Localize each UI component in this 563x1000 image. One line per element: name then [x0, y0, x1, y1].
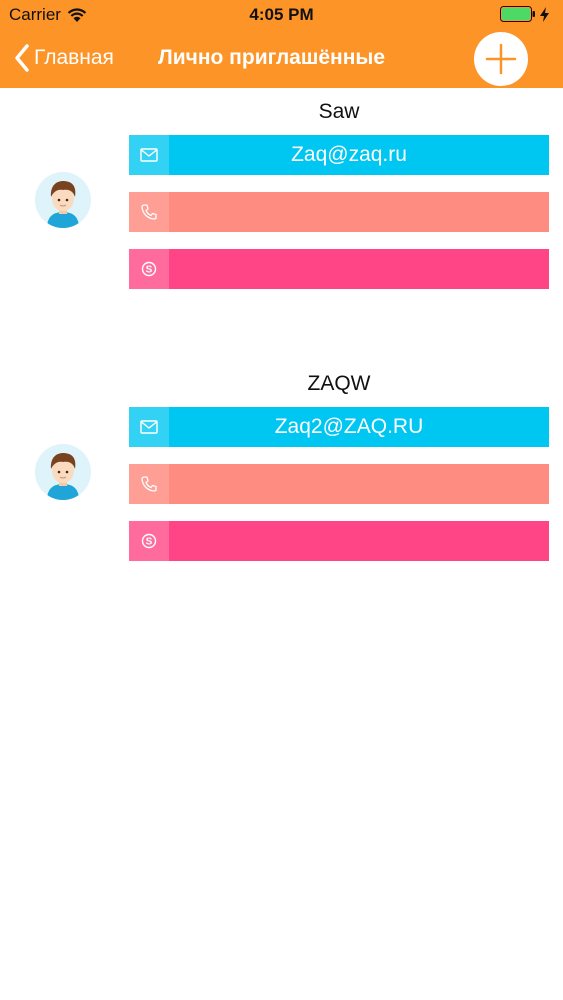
phone-value [169, 192, 549, 232]
svg-text:S: S [146, 265, 153, 276]
back-button[interactable]: Главная [14, 40, 114, 76]
phone-row[interactable] [129, 464, 549, 504]
avatar [35, 444, 91, 500]
skype-icon: S [129, 249, 169, 289]
charging-bolt-icon [540, 6, 549, 22]
battery-indicator [500, 6, 549, 22]
page-title: Лично приглашённые [158, 46, 386, 69]
add-button[interactable] [474, 32, 528, 86]
mail-icon [129, 135, 169, 175]
svg-text:S: S [146, 537, 153, 548]
mail-icon [129, 407, 169, 447]
status-bar: Carrier 4:05 PM [0, 0, 563, 30]
battery-icon [500, 6, 535, 22]
phone-value [169, 464, 549, 504]
skype-value [169, 249, 549, 289]
contact-card: Saw Zaq@zaq.ru S [0, 100, 563, 310]
email-value: Zaq2@ZAQ.RU [274, 415, 424, 438]
user-avatar-icon [35, 444, 91, 500]
plus-icon [485, 43, 517, 75]
navigation-bar: Главная Лично приглашённые [0, 30, 563, 88]
phone-icon [129, 464, 169, 504]
skype-icon: S [129, 521, 169, 561]
skype-value [169, 521, 549, 561]
avatar [35, 172, 91, 228]
phone-icon [129, 192, 169, 232]
email-value: Zaq@zaq.ru [291, 143, 407, 166]
contact-name: ZAQW [307, 372, 371, 395]
contact-card: ZAQW Zaq2@ZAQ.RU S [0, 372, 563, 582]
skype-row[interactable]: S [129, 521, 549, 561]
email-row[interactable]: Zaq2@ZAQ.RU [129, 407, 549, 447]
back-label: Главная [34, 46, 114, 69]
email-row[interactable]: Zaq@zaq.ru [129, 135, 549, 175]
contact-name: Saw [318, 100, 360, 123]
chevron-left-icon [15, 44, 29, 72]
status-time: 4:05 PM [249, 5, 314, 24]
skype-row[interactable]: S [129, 249, 549, 289]
app-header: Carrier 4:05 PM Главная Лично приглашённ… [0, 0, 563, 88]
phone-row[interactable] [129, 192, 549, 232]
user-avatar-icon [35, 172, 91, 228]
